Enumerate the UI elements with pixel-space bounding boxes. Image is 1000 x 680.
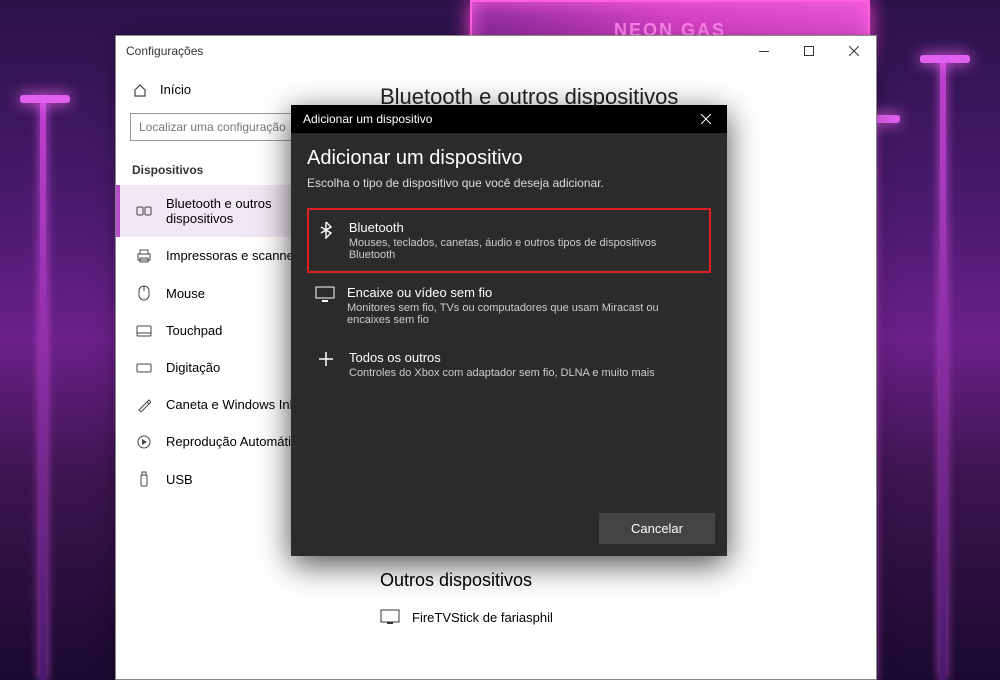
option-desc: Monitores sem fio, TVs ou computadores q… xyxy=(347,302,703,326)
nav-label: Caneta e Windows Ink xyxy=(166,397,296,412)
option-desc: Controles do Xbox com adaptador sem fio,… xyxy=(349,367,655,379)
nav-label: Touchpad xyxy=(166,323,222,338)
monitor-icon xyxy=(315,285,335,326)
minimize-icon xyxy=(759,51,769,52)
home-nav[interactable]: Início xyxy=(116,74,356,105)
add-device-dialog: Adicionar um dispositivo Adicionar um di… xyxy=(291,105,727,556)
close-icon xyxy=(701,114,711,124)
light-pole xyxy=(940,60,946,680)
device-name: FireTVStick de fariasphil xyxy=(412,610,553,625)
plus-icon xyxy=(315,350,337,379)
autoplay-icon xyxy=(136,435,152,449)
dialog-heading: Adicionar um dispositivo xyxy=(307,147,711,170)
maximize-icon xyxy=(804,46,814,56)
option-title: Bluetooth xyxy=(349,220,703,235)
dialog-titlebar: Adicionar um dispositivo xyxy=(291,105,727,133)
usb-icon xyxy=(136,471,152,487)
street-light xyxy=(20,95,70,103)
light-pole xyxy=(40,100,46,680)
home-icon xyxy=(132,83,148,97)
search-placeholder: Localizar uma configuração xyxy=(139,120,286,134)
pen-icon xyxy=(136,398,152,412)
bluetooth-devices-icon xyxy=(136,204,152,218)
dialog-subtitle: Escolha o tipo de dispositivo que você d… xyxy=(307,176,711,190)
cancel-button[interactable]: Cancelar xyxy=(599,513,715,544)
bluetooth-icon xyxy=(315,220,337,261)
device-row[interactable]: FireTVStick de fariasphil xyxy=(380,603,852,631)
street-light xyxy=(920,55,970,63)
other-devices-heading: Outros dispositivos xyxy=(380,570,852,591)
mouse-icon xyxy=(136,285,152,301)
printer-icon xyxy=(136,249,152,263)
home-label: Início xyxy=(160,82,191,97)
option-title: Todos os outros xyxy=(349,350,655,365)
device-option-bluetooth[interactable]: Bluetooth Mouses, teclados, canetas, áudi… xyxy=(307,208,711,273)
nav-label: Mouse xyxy=(166,286,205,301)
close-icon xyxy=(849,46,859,56)
maximize-button[interactable] xyxy=(786,36,831,66)
option-title: Encaixe ou vídeo sem fio xyxy=(347,285,703,300)
touchpad-icon xyxy=(136,325,152,337)
window-controls xyxy=(741,36,876,66)
device-option-plus[interactable]: Todos os outros Controles do Xbox com ada… xyxy=(307,338,711,391)
dialog-title: Adicionar um dispositivo xyxy=(303,112,432,126)
monitor-icon xyxy=(380,609,400,625)
nav-label: Digitação xyxy=(166,360,220,375)
option-desc: Mouses, teclados, canetas, áudio e outro… xyxy=(349,237,703,261)
nav-label: Reprodução Automática xyxy=(166,434,305,449)
nav-label: Impressoras e scanners xyxy=(166,248,305,263)
close-button[interactable] xyxy=(831,36,876,66)
keyboard-icon xyxy=(136,363,152,373)
window-titlebar: Configurações xyxy=(116,36,876,66)
device-option-monitor[interactable]: Encaixe ou vídeo sem fio Monitores sem fi… xyxy=(307,273,711,338)
nav-label: USB xyxy=(166,472,193,487)
window-title: Configurações xyxy=(126,44,203,58)
minimize-button[interactable] xyxy=(741,36,786,66)
dialog-close-button[interactable] xyxy=(685,105,727,133)
